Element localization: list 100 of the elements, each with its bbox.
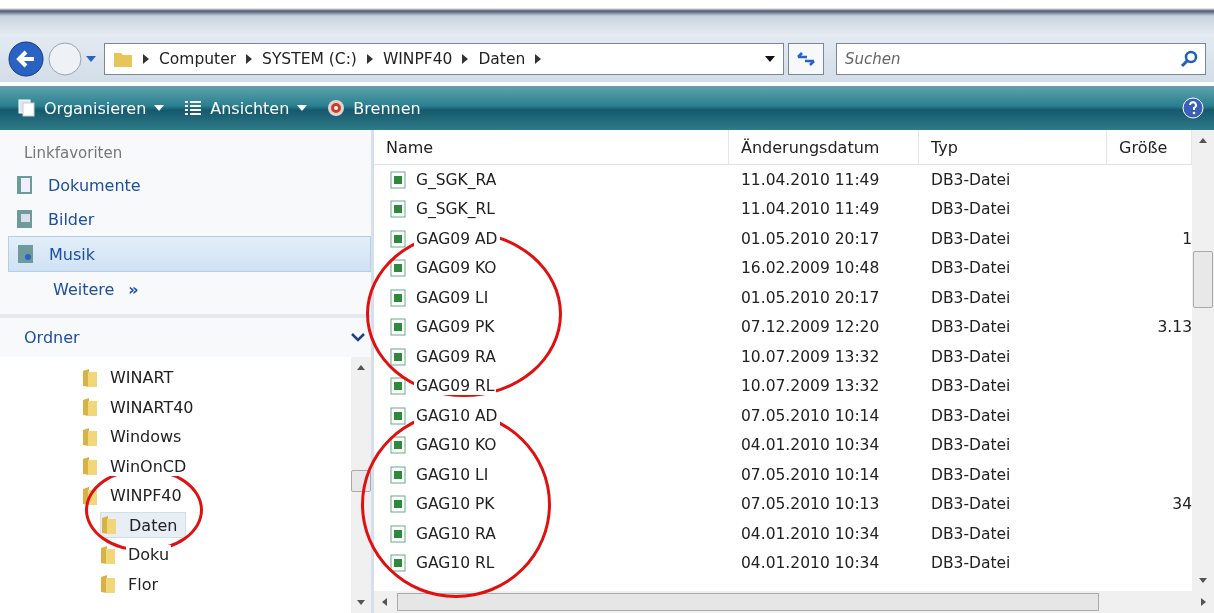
toolbar-button[interactable]: Organisieren: [18, 98, 165, 118]
chevron-icon: [143, 54, 149, 64]
scrollbar-thumb[interactable]: [351, 470, 371, 492]
help-icon[interactable]: [1182, 97, 1204, 119]
table-cell-text: 04.01.2010 10:34: [740, 554, 881, 573]
breadcrumb-item[interactable]: Computer: [159, 50, 237, 68]
list-view-icon: [184, 99, 203, 117]
folder-tree-item[interactable]: Doku: [100, 542, 178, 567]
column-header[interactable]: Typ: [919, 130, 1107, 164]
file-icon: [390, 259, 406, 278]
file-name[interactable]: GAG10 AD: [414, 406, 500, 425]
dropdown-icon[interactable]: [765, 56, 775, 62]
table-cell-text: 07.05.2010 10:13: [740, 495, 881, 514]
toolbar-button[interactable]: Ansichten: [184, 98, 308, 118]
chevron-icon: [462, 54, 469, 64]
folder-icon: [82, 456, 98, 477]
folder-tree-item[interactable]: Daten: [100, 512, 187, 539]
chevron-icon: [535, 54, 542, 64]
table-cell-text: DB3-Datei: [930, 554, 1012, 573]
scrollbar[interactable]: [351, 357, 371, 613]
chevron-icon: [366, 54, 373, 64]
table-cell-text: 16.02.2009 10:48: [740, 259, 881, 278]
table-cell-text: 04.01.2010 10:34: [740, 436, 881, 455]
table-cell-text: DB3-Datei: [930, 495, 1012, 514]
file-icon: [390, 288, 406, 307]
table-cell: 1: [1182, 229, 1192, 248]
file-name[interactable]: GAG09 AD: [414, 229, 500, 248]
file-name[interactable]: GAG09 RL: [414, 377, 497, 396]
folder-tree-item[interactable]: Flor: [100, 572, 166, 597]
chevron-icon: [246, 54, 253, 64]
column-header[interactable]: Name: [374, 130, 729, 164]
scrollbar[interactable]: [1192, 130, 1214, 591]
more-link[interactable]: Weitere »: [8, 272, 371, 306]
table-cell-text: DB3-Datei: [930, 288, 1012, 307]
table-cell-text: 07.12.2009 12:20: [740, 318, 881, 337]
history-dropdown-icon[interactable]: [86, 56, 96, 62]
folder-icon: [100, 574, 116, 595]
toolbar-button[interactable]: Brennen: [327, 98, 421, 118]
breadcrumb-item[interactable]: SYSTEM (C:): [262, 50, 357, 68]
folder-icon: [82, 367, 98, 388]
favorite-link[interactable]: Dokumente: [8, 168, 371, 202]
table-cell-text: 01.05.2010 20:17: [740, 229, 881, 248]
folder-icon: [82, 426, 98, 447]
horizontal-scrollbar[interactable]: [374, 591, 1214, 613]
table-cell-text: DB3-Datei: [930, 406, 1012, 425]
search-field[interactable]: Suchen: [836, 43, 1206, 75]
table-cell-text: DB3-Datei: [930, 318, 1012, 337]
table-cell-text: DB3-Datei: [930, 170, 1012, 189]
scroll-up-icon[interactable]: [357, 365, 365, 370]
folder-icon: [82, 485, 98, 506]
scroll-right-icon[interactable]: [1201, 598, 1206, 606]
file-icon: [390, 377, 406, 396]
folder-icon: [113, 50, 133, 68]
table-cell-text: 11.04.2010 11:49: [740, 170, 881, 189]
breadcrumb-item[interactable]: WINPF40: [382, 50, 453, 68]
table-cell-text: DB3-Datei: [930, 465, 1012, 484]
file-icon: [390, 436, 406, 455]
table-cell-text: 11.04.2010 11:49: [740, 200, 881, 219]
scroll-down-icon[interactable]: [1199, 578, 1207, 583]
scroll-up-icon[interactable]: [1199, 138, 1207, 143]
section-heading: Ordner: [24, 328, 80, 347]
section-heading: Linkfavoriten: [23, 143, 124, 164]
picture-icon: [16, 209, 34, 229]
file-icon: [390, 318, 406, 337]
table-cell-text: 10.07.2009 13:32: [740, 347, 881, 366]
scroll-left-icon[interactable]: [382, 598, 387, 606]
file-icon: [390, 406, 406, 425]
table-cell-text: 04.01.2010 10:34: [740, 524, 881, 543]
music-icon: [17, 244, 35, 264]
table-cell-text: DB3-Datei: [930, 377, 1012, 396]
table-cell-text: DB3-Datei: [930, 347, 1012, 366]
file-name[interactable]: G_SGK_RL: [414, 200, 497, 219]
table-cell: 3.13: [1157, 318, 1192, 337]
back-button[interactable]: [8, 41, 44, 77]
file-icon: [390, 465, 406, 484]
table-cell-text: DB3-Datei: [930, 229, 1012, 248]
search-icon[interactable]: [1180, 50, 1198, 68]
collapse-icon[interactable]: [351, 333, 365, 342]
column-header[interactable]: Änderungsdatum: [729, 130, 919, 164]
scroll-down-icon[interactable]: [357, 600, 365, 605]
file-name[interactable]: G_SGK_RA: [414, 170, 499, 189]
refresh-icon: [796, 51, 816, 67]
file-icon: [390, 229, 406, 248]
folder-icon: [82, 397, 98, 418]
table-cell-text: DB3-Datei: [930, 200, 1012, 219]
breadcrumb-item[interactable]: Daten: [478, 50, 526, 68]
folder-icon: [101, 515, 117, 536]
favorite-link[interactable]: Musik: [8, 236, 371, 272]
refresh-button[interactable]: [788, 43, 824, 75]
file-icon: [390, 347, 406, 366]
file-icon: [390, 200, 406, 219]
favorite-link[interactable]: Bilder: [8, 202, 371, 236]
table-cell-text: 07.05.2010 10:14: [740, 465, 881, 484]
scrollbar-thumb[interactable]: [1193, 251, 1213, 308]
table-cell-text: DB3-Datei: [930, 524, 1012, 543]
pages-icon: [18, 99, 36, 117]
table-cell-text: DB3-Datei: [930, 259, 1012, 278]
address-bar[interactable]: Computer SYSTEM (C:) WINPF40 Daten: [104, 43, 784, 75]
table-cell-text: DB3-Datei: [930, 436, 1012, 455]
file-icon: [390, 524, 406, 543]
